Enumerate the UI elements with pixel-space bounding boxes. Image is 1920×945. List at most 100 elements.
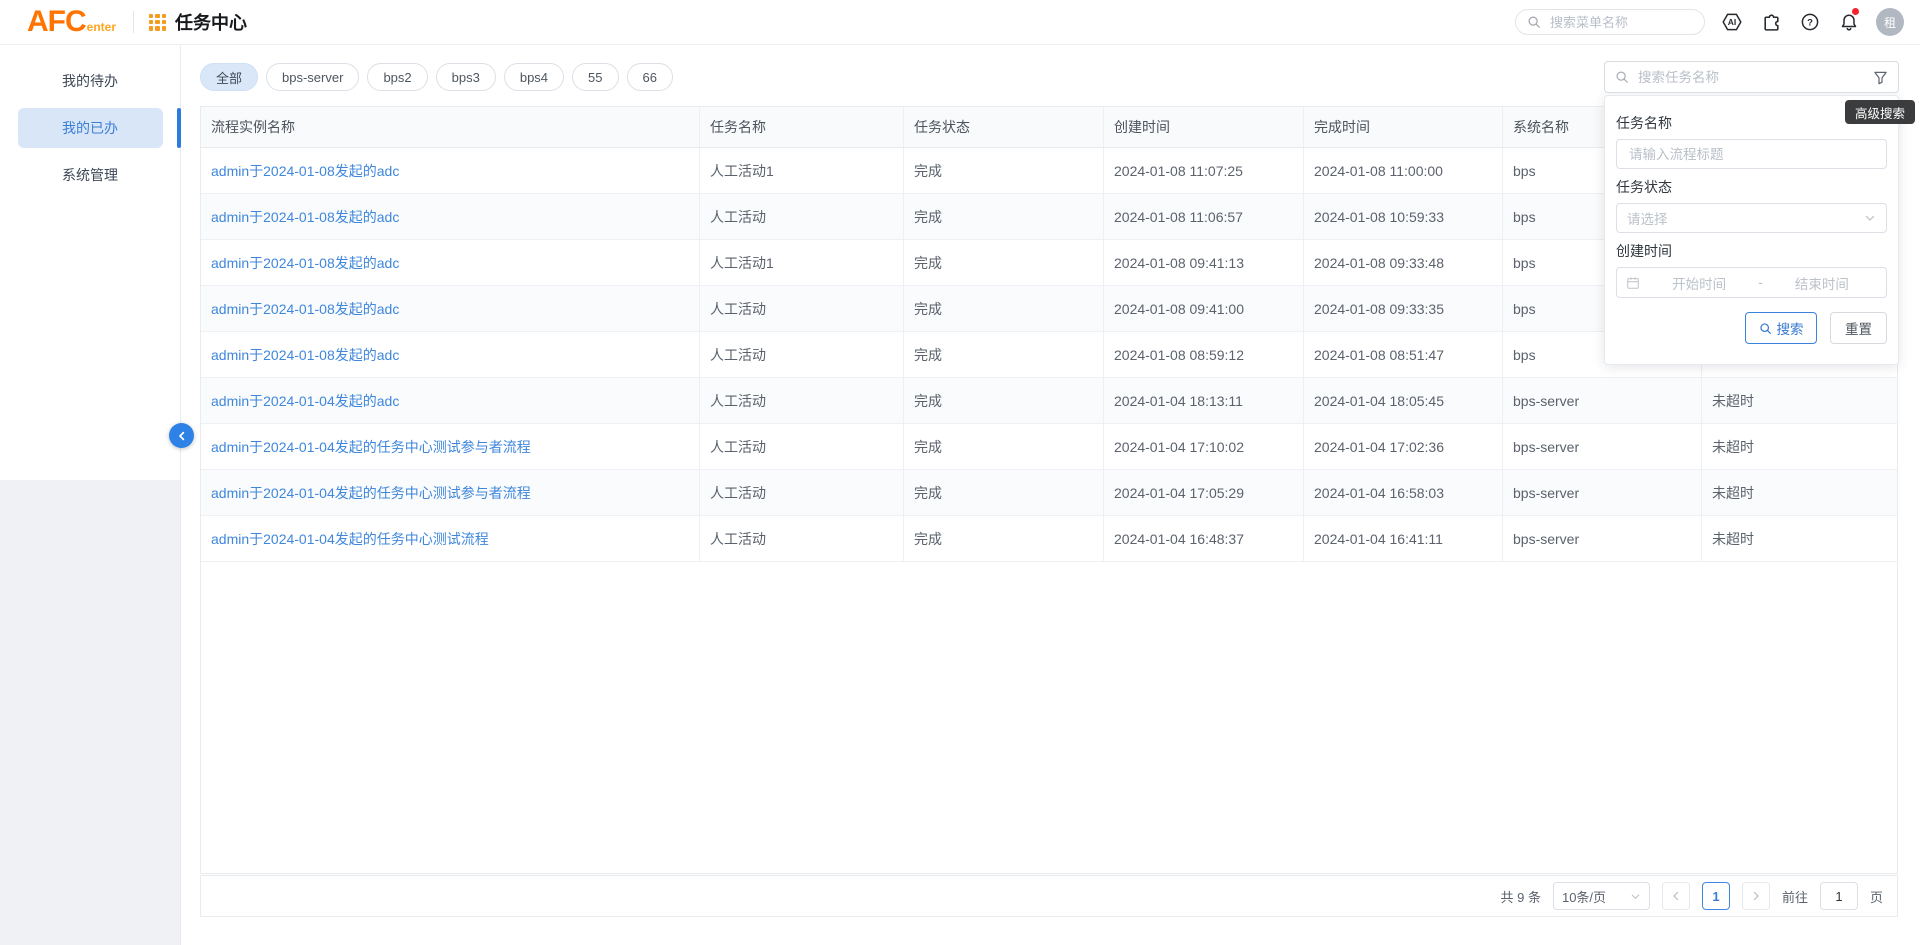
app-logo[interactable]: AFC enter bbox=[27, 7, 116, 37]
cell-status: 完成 bbox=[904, 424, 1104, 469]
sidebar-item-system-management[interactable]: 系统管理 bbox=[18, 155, 163, 195]
table-row: admin于2024-01-04发起的adc 人工活动 完成 2024-01-0… bbox=[201, 378, 1897, 424]
search-button[interactable]: 搜索 bbox=[1745, 312, 1817, 344]
cell-created: 2024-01-08 08:59:12 bbox=[1104, 332, 1304, 377]
search-icon bbox=[1615, 70, 1629, 84]
filter-tab-66[interactable]: 66 bbox=[627, 63, 673, 91]
page-title: 任务中心 bbox=[175, 9, 247, 35]
filter-tab-bps4[interactable]: bps4 bbox=[504, 63, 564, 91]
avatar[interactable]: 租 bbox=[1876, 8, 1904, 36]
process-instance-link[interactable]: admin于2024-01-08发起的adc bbox=[201, 148, 700, 193]
calendar-icon bbox=[1626, 276, 1640, 290]
filter-tab-bps3[interactable]: bps3 bbox=[436, 63, 496, 91]
range-separator: - bbox=[1758, 275, 1763, 290]
cell-timeout: 未超时 bbox=[1702, 424, 1897, 469]
chevron-down-icon bbox=[1630, 891, 1641, 902]
cell-created: 2024-01-04 17:05:29 bbox=[1104, 470, 1304, 515]
search-button-label: 搜索 bbox=[1777, 318, 1804, 338]
cell-system: bps-server bbox=[1503, 516, 1702, 561]
cell-finished: 2024-01-04 18:05:45 bbox=[1304, 378, 1503, 423]
chevron-down-icon bbox=[1864, 212, 1876, 224]
sidebar-menu: 我的待办 我的已办 系统管理 bbox=[0, 45, 180, 480]
process-instance-link[interactable]: admin于2024-01-04发起的任务中心测试参与者流程 bbox=[201, 470, 700, 515]
task-status-label: 任务状态 bbox=[1616, 179, 1887, 195]
logo-text-main: AFC bbox=[27, 7, 86, 37]
apps-grid-icon[interactable] bbox=[149, 14, 166, 31]
table-row: admin于2024-01-04发起的任务中心测试参与者流程 人工活动 完成 2… bbox=[201, 470, 1897, 516]
cell-status: 完成 bbox=[904, 286, 1104, 331]
cell-task: 人工活动 bbox=[700, 516, 904, 561]
page-unit-label: 页 bbox=[1870, 887, 1883, 906]
process-instance-link[interactable]: admin于2024-01-08发起的adc bbox=[201, 240, 700, 285]
goto-page-input[interactable] bbox=[1820, 882, 1858, 910]
cell-task: 人工活动 bbox=[700, 378, 904, 423]
logo-text-sub: enter bbox=[87, 20, 116, 34]
cell-task: 人工活动 bbox=[700, 470, 904, 515]
cell-task: 人工活动1 bbox=[700, 240, 904, 285]
cell-finished: 2024-01-08 11:00:00 bbox=[1304, 148, 1503, 193]
cell-created: 2024-01-08 11:07:25 bbox=[1104, 148, 1304, 193]
cell-created: 2024-01-04 16:48:37 bbox=[1104, 516, 1304, 561]
reset-button[interactable]: 重置 bbox=[1830, 312, 1887, 344]
advanced-search-tooltip: 高级搜索 bbox=[1845, 100, 1915, 124]
sidebar-item-my-done[interactable]: 我的已办 bbox=[18, 108, 163, 148]
created-time-range-picker[interactable]: 开始时间 - 结束时间 bbox=[1616, 267, 1887, 298]
cell-status: 完成 bbox=[904, 378, 1104, 423]
cell-created: 2024-01-04 18:13:11 bbox=[1104, 378, 1304, 423]
process-instance-link[interactable]: admin于2024-01-04发起的任务中心测试流程 bbox=[201, 516, 700, 561]
search-icon bbox=[1527, 15, 1541, 29]
task-search-input[interactable] bbox=[1636, 69, 1866, 86]
advanced-search-panel: 任务名称 任务状态 请选择 创建时间 开始时间 - 结束时间 搜索 重置 bbox=[1604, 95, 1899, 365]
prev-page-button[interactable] bbox=[1662, 882, 1690, 910]
page-size-select[interactable]: 10条/页 bbox=[1553, 882, 1650, 910]
end-time-placeholder[interactable]: 结束时间 bbox=[1767, 273, 1877, 293]
process-instance-link[interactable]: admin于2024-01-04发起的adc bbox=[201, 378, 700, 423]
cell-created: 2024-01-08 09:41:13 bbox=[1104, 240, 1304, 285]
sidebar-collapse-button[interactable] bbox=[169, 423, 194, 448]
task-search-box[interactable] bbox=[1604, 61, 1899, 93]
cell-status: 完成 bbox=[904, 332, 1104, 377]
task-name-field[interactable] bbox=[1616, 139, 1887, 169]
filter-tab-bps-server[interactable]: bps-server bbox=[266, 63, 359, 91]
topbar-divider bbox=[133, 11, 134, 33]
task-status-select[interactable]: 请选择 bbox=[1616, 203, 1887, 233]
search-icon bbox=[1759, 322, 1772, 335]
task-status-placeholder: 请选择 bbox=[1627, 208, 1668, 228]
cell-timeout: 未超时 bbox=[1702, 516, 1897, 561]
filter-tab-all[interactable]: 全部 bbox=[200, 63, 258, 91]
page: AFC enter 任务中心 AI ? bbox=[0, 0, 1920, 945]
cell-task: 人工活动 bbox=[700, 424, 904, 469]
process-instance-link[interactable]: admin于2024-01-08发起的adc bbox=[201, 286, 700, 331]
page-size-value: 10条/页 bbox=[1562, 887, 1606, 906]
sidebar-item-my-todo[interactable]: 我的待办 bbox=[18, 61, 163, 101]
cell-status: 完成 bbox=[904, 148, 1104, 193]
ai-assistant-icon[interactable]: AI bbox=[1720, 10, 1744, 34]
start-time-placeholder[interactable]: 开始时间 bbox=[1644, 273, 1754, 293]
process-instance-link[interactable]: admin于2024-01-08发起的adc bbox=[201, 194, 700, 239]
page-number-1[interactable]: 1 bbox=[1702, 882, 1730, 910]
advanced-filter-icon[interactable] bbox=[1873, 70, 1888, 85]
filter-tab-bps2[interactable]: bps2 bbox=[367, 63, 427, 91]
process-instance-link[interactable]: admin于2024-01-04发起的任务中心测试参与者流程 bbox=[201, 424, 700, 469]
bell-icon[interactable] bbox=[1837, 10, 1861, 34]
cell-finished: 2024-01-04 16:58:03 bbox=[1304, 470, 1503, 515]
process-instance-link[interactable]: admin于2024-01-08发起的adc bbox=[201, 332, 700, 377]
table-row: admin于2024-01-04发起的任务中心测试流程 人工活动 完成 2024… bbox=[201, 516, 1897, 562]
cell-created: 2024-01-08 11:06:57 bbox=[1104, 194, 1304, 239]
cell-status: 完成 bbox=[904, 516, 1104, 561]
svg-text:AI: AI bbox=[1728, 17, 1737, 27]
notification-dot bbox=[1852, 8, 1859, 15]
header-created-time: 创建时间 bbox=[1104, 107, 1304, 147]
cell-status: 完成 bbox=[904, 470, 1104, 515]
menu-search-input[interactable] bbox=[1548, 14, 1693, 31]
table-row: admin于2024-01-04发起的任务中心测试参与者流程 人工活动 完成 2… bbox=[201, 424, 1897, 470]
help-icon[interactable]: ? bbox=[1798, 10, 1822, 34]
next-page-button[interactable] bbox=[1742, 882, 1770, 910]
plugin-icon[interactable] bbox=[1759, 10, 1783, 34]
task-name-input[interactable] bbox=[1627, 146, 1876, 163]
filter-tab-55[interactable]: 55 bbox=[572, 63, 618, 91]
menu-search-box[interactable] bbox=[1515, 9, 1705, 35]
cell-timeout: 未超时 bbox=[1702, 378, 1897, 423]
header-task-status: 任务状态 bbox=[904, 107, 1104, 147]
cell-status: 完成 bbox=[904, 194, 1104, 239]
